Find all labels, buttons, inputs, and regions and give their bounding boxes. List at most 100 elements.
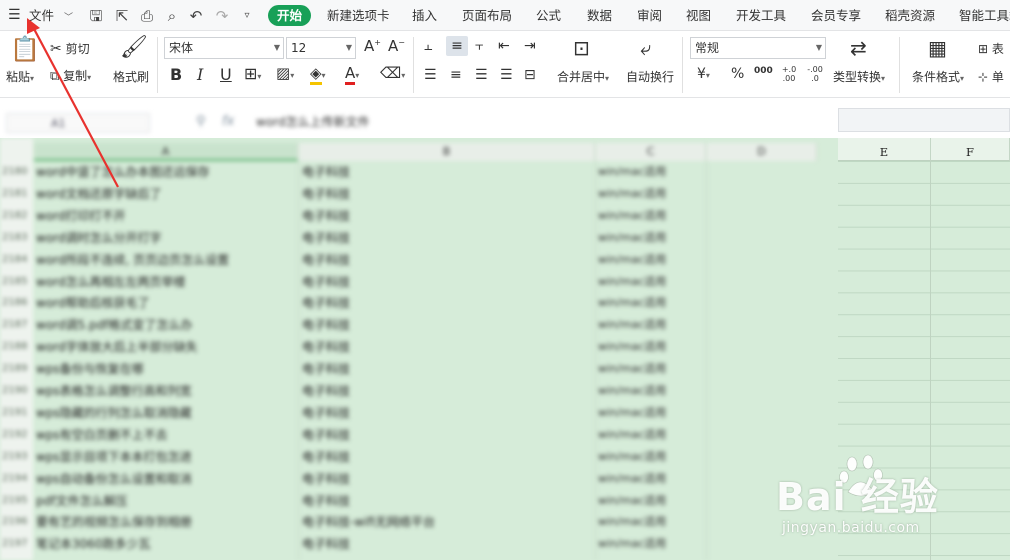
cell-category[interactable]: 电子科技 — [302, 533, 350, 555]
tab-new-tab[interactable]: 新建选项卡 — [327, 0, 390, 31]
cell-platform[interactable]: win/mac适用 — [598, 271, 666, 293]
italic-button[interactable]: I — [197, 67, 203, 83]
table-row[interactable]: 2180 word中竖了怎么办本图还远保存 电子科技 win/mac适用 — [0, 161, 838, 183]
decrease-indent-icon[interactable]: ⇤ — [498, 39, 510, 53]
increase-indent-icon[interactable]: ⇥ — [524, 39, 536, 53]
cell-title[interactable]: word调5.pdf格式变了怎么办 — [36, 314, 192, 336]
name-box[interactable]: A1 — [6, 113, 150, 133]
cell-category[interactable]: 电子科技 — [302, 205, 350, 227]
export-pdf-icon[interactable]: ⇱ — [112, 6, 132, 26]
decrease-font-icon[interactable]: A− — [388, 39, 405, 54]
cell-platform[interactable]: win/mac适用 — [598, 380, 666, 402]
cell-category[interactable]: 电子科技 — [302, 249, 350, 271]
increase-decimal-button[interactable]: +.0 .00 — [778, 65, 800, 83]
currency-button[interactable]: ¥▾ — [697, 67, 710, 81]
table-row[interactable]: 2195 pdf文件怎么解压 电子科技 win/mac适用 — [0, 490, 838, 512]
type-convert-icon[interactable]: ⇄ — [850, 38, 867, 58]
tab-page-layout[interactable]: 页面布局 — [462, 0, 512, 31]
cell-title[interactable]: 要有艺的视频怎么保存到相册 — [36, 511, 192, 533]
fill-pattern-icon[interactable]: ▨▾ — [276, 66, 294, 81]
cell-title[interactable]: word打印打不开 — [36, 205, 126, 227]
table-row[interactable]: 2190 wps表格怎么调整行高和列宽 电子科技 win/mac适用 — [0, 380, 838, 402]
thousands-separator-button[interactable]: 000 — [754, 67, 773, 76]
table-row[interactable]: 2183 word调时怎么分开打字 电子科技 win/mac适用 — [0, 227, 838, 249]
cell-title[interactable]: wps隐藏的行列怎么取消隐藏 — [36, 402, 192, 424]
cell-category[interactable]: 电子科技 — [302, 271, 350, 293]
cell-platform[interactable]: win/mac适用 — [598, 161, 666, 183]
cell-title[interactable]: wps显示目项下本本打包怎进 — [36, 446, 192, 468]
cell-title[interactable]: 笔记本3060跑多少瓦 — [36, 533, 151, 555]
table-row[interactable]: 2196 要有艺的视频怎么保存到相册 电子科技-wifi无网络平台 win/mac适用 — [0, 511, 838, 533]
table-row[interactable]: 2192 wps有空白页删不上不去 电子科技 win/mac适用 — [0, 424, 838, 446]
cell-title[interactable]: word中竖了怎么办本图还远保存 — [36, 161, 210, 183]
tab-data[interactable]: 数据 — [587, 0, 612, 31]
format-painter-icon[interactable]: 🖌 — [120, 37, 148, 59]
tab-developer[interactable]: 开发工具 — [736, 0, 786, 31]
cell-category[interactable]: 电子科技 — [302, 183, 350, 205]
tab-docer-resources[interactable]: 稻壳资源 — [885, 0, 935, 31]
copy-button[interactable]: ⧉ 复制▾ — [50, 67, 91, 84]
cell-platform[interactable]: win/mac适用 — [598, 358, 666, 380]
cell-platform[interactable]: win/mac适用 — [598, 490, 666, 512]
cell-category[interactable]: 电子科技 — [302, 468, 350, 490]
cell-title[interactable]: word文档还原字缺后了 — [36, 183, 162, 205]
cell-category[interactable]: 电子科技 — [302, 292, 350, 314]
table-row[interactable]: 2182 word打印打不开 电子科技 win/mac适用 — [0, 205, 838, 227]
cell-platform[interactable]: win/mac适用 — [598, 227, 666, 249]
table-row[interactable]: 2197 笔记本3060跑多少瓦 电子科技 win/mac适用 — [0, 533, 838, 555]
cell-platform[interactable]: win/mac适用 — [598, 511, 666, 533]
bold-button[interactable]: B — [170, 67, 182, 83]
tab-home[interactable]: 开始 — [268, 5, 311, 26]
cell-category[interactable]: 电子科技 — [302, 336, 350, 358]
table-row[interactable]: 2191 wps隐藏的行列怎么取消隐藏 电子科技 win/mac适用 — [0, 402, 838, 424]
hamburger-menu-icon[interactable]: ☰ — [8, 0, 21, 31]
cell-title[interactable]: wps自动备份怎么设置和取消 — [36, 468, 192, 490]
column-header-e[interactable]: E — [838, 138, 931, 161]
column-header-a[interactable]: A — [34, 143, 298, 161]
align-center-icon[interactable]: ≡ — [450, 68, 462, 82]
fx-icon[interactable]: fx — [222, 114, 234, 129]
decrease-decimal-button[interactable]: -.00 .0 — [804, 65, 826, 83]
formula-input-right[interactable] — [838, 108, 1010, 132]
cell-platform[interactable]: win/mac适用 — [598, 205, 666, 227]
number-format-select[interactable]: 常规 ▼ — [690, 37, 826, 59]
format-painter-button[interactable]: 格式刷 — [113, 68, 149, 85]
table-row[interactable]: 2193 wps显示目项下本本打包怎进 电子科技 win/mac适用 — [0, 446, 838, 468]
column-header-b[interactable]: B — [299, 143, 595, 161]
type-convert-button[interactable]: 类型转换▾ — [833, 68, 885, 85]
cell-category[interactable]: 电子科技 — [302, 227, 350, 249]
cell-title[interactable]: word怎么再相左左两页举楼 — [36, 271, 186, 293]
align-middle-icon[interactable]: ≡ — [446, 36, 468, 56]
column-header-c[interactable]: C — [596, 143, 706, 161]
cell-platform[interactable]: win/mac适用 — [598, 249, 666, 271]
cell-platform[interactable]: win/mac适用 — [598, 424, 666, 446]
tab-view[interactable]: 视图 — [686, 0, 711, 31]
cell-category[interactable]: 电子科技 — [302, 358, 350, 380]
tab-review[interactable]: 审阅 — [637, 0, 662, 31]
column-header-f[interactable]: F — [931, 138, 1010, 161]
tab-formulas[interactable]: 公式 — [536, 0, 561, 31]
cell-platform[interactable]: win/mac适用 — [598, 533, 666, 555]
align-right-icon[interactable]: ☰ — [475, 68, 488, 82]
cell-title[interactable]: word调时怎么分开打字 — [36, 227, 162, 249]
align-top-icon[interactable]: ⫠ — [424, 39, 432, 53]
table-style-button[interactable]: ⊞ 表 — [978, 40, 1004, 57]
wrap-text-icon[interactable]: ⤶ — [640, 38, 651, 58]
tab-member[interactable]: 会员专享 — [811, 0, 861, 31]
undo-icon[interactable]: ↶ — [186, 6, 206, 26]
save-icon[interactable]: 🖫 — [86, 6, 106, 26]
clear-format-icon[interactable]: ⌫▾ — [380, 66, 405, 81]
cell-title[interactable]: pdf文件怎么解压 — [36, 490, 127, 512]
borders-icon[interactable]: ⊞▾ — [244, 66, 261, 82]
cell-style-button[interactable]: ⊹ 单 — [978, 68, 1004, 85]
table-row[interactable]: 2185 word怎么再相左左两页举楼 电子科技 win/mac适用 — [0, 271, 838, 293]
cell-title[interactable]: word帮助后核获毛了 — [36, 292, 150, 314]
cut-button[interactable]: ✂ 剪切 — [50, 40, 90, 57]
table-row[interactable]: 2186 word帮助后核获毛了 电子科技 win/mac适用 — [0, 292, 838, 314]
cell-platform[interactable]: win/mac适用 — [598, 292, 666, 314]
cell-title[interactable]: word所段不连续, 页页边页怎么设置 — [36, 249, 229, 271]
cell-category[interactable]: 电子科技 — [302, 161, 350, 183]
cell-title[interactable]: word字体放大后上半部分缺失 — [36, 336, 198, 358]
table-row[interactable]: 2187 word调5.pdf格式变了怎么办 电子科技 win/mac适用 — [0, 314, 838, 336]
wrap-text-button[interactable]: 自动换行 — [626, 68, 674, 85]
